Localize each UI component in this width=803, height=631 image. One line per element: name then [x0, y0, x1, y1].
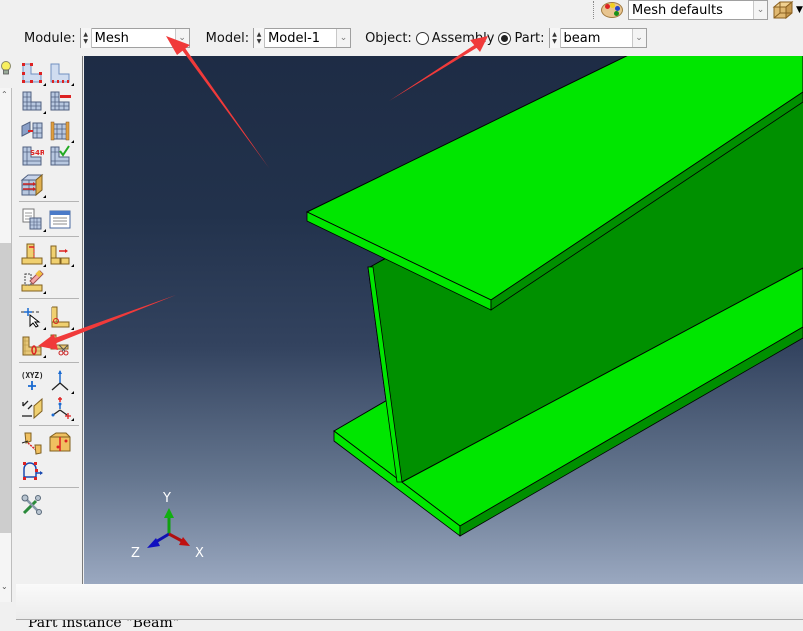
prompt-line: Part instance "Beam" [0, 620, 803, 631]
render-style-toolbar: Mesh defaults ⌄ ▼ [593, 0, 803, 20]
element-type-s4r-icon[interactable]: S4R [20, 144, 46, 168]
spin-arrows-icon[interactable]: ▲ ▼ [254, 28, 266, 48]
triad-y-label: Y [162, 491, 171, 506]
chevron-down-icon[interactable]: ⌄ [336, 29, 351, 47]
assembly-radio[interactable]: Assembly [415, 30, 495, 46]
context-bar: Module: ▲ ▼ Mesh ⌄ Model: ▲ ▼ Model-1 ⌄ Ob… [16, 22, 803, 54]
assembly-radio-label: Assembly [431, 30, 495, 46]
color-palette-icon[interactable] [600, 1, 624, 19]
virtual-topology-icon[interactable] [20, 269, 46, 294]
datum-point-icon[interactable] [20, 305, 46, 330]
triad-z-label: Z [131, 546, 140, 561]
assign-element-type-icon[interactable] [48, 118, 74, 143]
model-combo[interactable]: ▲ ▼ Model-1 ⌄ [253, 28, 352, 48]
radio-button[interactable] [415, 31, 429, 45]
scrollbar-thumb[interactable] [0, 243, 11, 533]
view-triad: Y Z X [131, 491, 204, 561]
datum-csys-icon[interactable]: (XYZ) [20, 369, 44, 393]
edge-loop-icon[interactable] [20, 459, 44, 483]
seed-part-icon[interactable] [20, 61, 46, 86]
assign-mesh-controls-icon[interactable] [20, 118, 44, 142]
geometry-edit-icon[interactable] [20, 431, 44, 455]
abaqus-cae-window: Mesh defaults ⌄ ▼ Module: ▲ ▼ Mesh ⌄ Mod… [0, 0, 803, 631]
module-value: Mesh [94, 30, 129, 46]
radio-button-selected[interactable] [498, 31, 512, 45]
create-mesh-part-icon[interactable] [20, 207, 46, 232]
delete-mesh-icon[interactable] [48, 333, 72, 357]
chevron-down-icon[interactable]: ⌄ [753, 1, 767, 19]
model-tree-panel-edge: ⌃ ⌄ [0, 88, 12, 602]
verify-mesh-icon[interactable] [48, 144, 72, 168]
svg-text:S4R: S4R [30, 149, 44, 157]
i-beam-part[interactable] [305, 56, 803, 537]
color-code-value: Mesh defaults [632, 2, 723, 18]
module-label: Module: [24, 30, 76, 46]
partition-face-icon[interactable] [20, 242, 46, 267]
part-value: beam [563, 30, 601, 46]
message-area [16, 584, 803, 620]
mesh-toolbox: S4R (XYZ) [16, 56, 83, 584]
datum-display-icon[interactable] [48, 396, 74, 421]
object-label: Object: [365, 30, 412, 46]
scroll-down-icon[interactable]: ⌄ [1, 582, 8, 591]
datum-plane-icon[interactable] [20, 396, 44, 420]
repair-solid-icon[interactable] [48, 431, 72, 455]
seed-edges-icon[interactable] [48, 61, 74, 86]
wireframe-cube-icon[interactable] [772, 0, 794, 20]
datum-axis-icon[interactable] [48, 305, 74, 330]
chevron-down-icon[interactable]: ⌄ [631, 29, 646, 47]
model-label: Model: [205, 30, 250, 46]
mesh-region-icon[interactable] [48, 89, 72, 113]
svg-text:(XYZ): (XYZ) [21, 371, 44, 380]
graphics-viewport[interactable]: Y Z X [84, 56, 803, 584]
caret-down-icon[interactable]: ▼ [796, 5, 803, 15]
tools-icon[interactable] [20, 493, 44, 517]
edit-mesh-icon[interactable] [20, 333, 46, 358]
assign-stack-direction-icon[interactable] [20, 173, 46, 198]
toolbar-grip[interactable] [593, 1, 596, 19]
prompt-text: Part instance "Beam" [28, 620, 180, 631]
triad-x-label: X [195, 546, 204, 561]
spin-arrows-icon[interactable]: ▲ ▼ [80, 28, 92, 48]
lightbulb-icon[interactable] [0, 60, 12, 76]
chevron-down-icon[interactable]: ⌄ [174, 29, 189, 47]
part-radio-label: Part: [514, 30, 545, 46]
mesh-query-icon[interactable] [48, 207, 72, 231]
model-value: Model-1 [268, 30, 321, 46]
datum-axis-csys-icon[interactable] [48, 369, 74, 394]
part-combo[interactable]: ▲ ▼ beam ⌄ [548, 28, 647, 48]
module-combo[interactable]: ▲ ▼ Mesh ⌄ [79, 28, 190, 48]
part-radio[interactable]: Part: [498, 30, 545, 46]
color-code-combo[interactable]: Mesh defaults ⌄ [628, 0, 768, 20]
partition-edge-icon[interactable] [48, 242, 74, 267]
scroll-up-icon[interactable]: ⌃ [1, 90, 8, 99]
mesh-part-icon[interactable] [20, 89, 46, 114]
top-toolbar-strip: Mesh defaults ⌄ ▼ [0, 0, 803, 22]
spin-arrows-icon[interactable]: ▲ ▼ [549, 28, 561, 48]
